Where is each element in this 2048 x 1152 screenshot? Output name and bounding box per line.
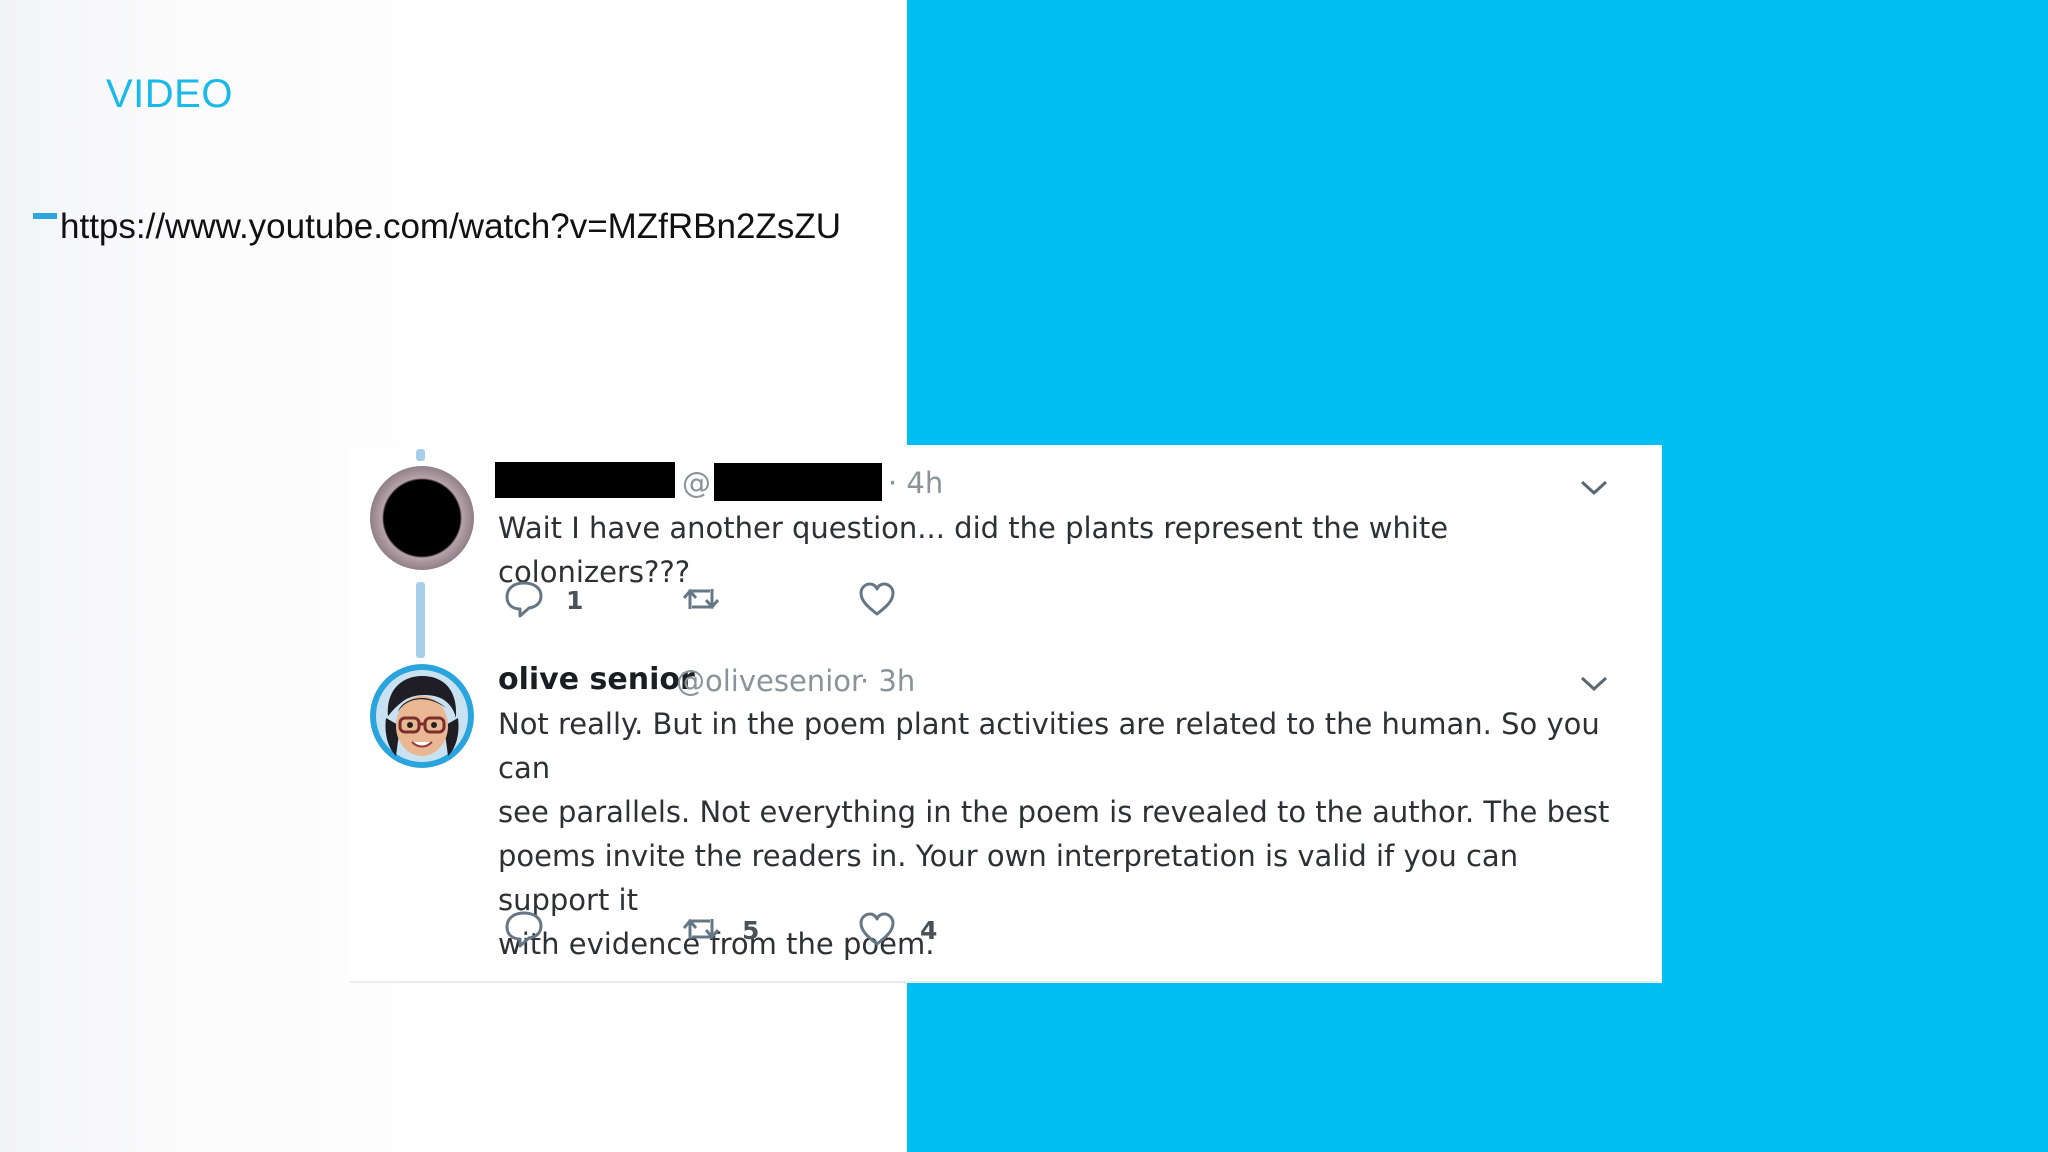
thread-connector bbox=[416, 582, 425, 658]
heart-icon bbox=[859, 912, 895, 946]
tweet-time[interactable]: · 3h bbox=[860, 664, 915, 698]
tweet-text-line: with evidence from the poem. bbox=[498, 927, 935, 961]
avatar-redacted[interactable] bbox=[370, 466, 474, 570]
speech-bubble-icon bbox=[505, 581, 543, 618]
redacted-handle bbox=[714, 463, 882, 501]
tweet-text-line: poems invite the readers in. Your own in… bbox=[498, 839, 1519, 917]
at-symbol: @ bbox=[682, 466, 711, 500]
retweet-arrows-icon bbox=[682, 588, 720, 610]
reply-button[interactable] bbox=[503, 908, 545, 950]
tweet-text: Wait I have another question... did the … bbox=[498, 511, 1449, 589]
author-display-name[interactable]: olive senior bbox=[498, 662, 695, 697]
reply-count: 1 bbox=[566, 586, 584, 615]
tweet-text: Not really. But in the poem plant activi… bbox=[498, 702, 1628, 966]
tweet-text-line: Not really. But in the poem plant activi… bbox=[498, 707, 1600, 785]
redacted-display-name bbox=[495, 462, 675, 498]
chevron-down-icon[interactable] bbox=[1578, 672, 1610, 694]
chevron-down-icon[interactable] bbox=[1578, 476, 1610, 498]
retweet-button[interactable] bbox=[680, 578, 722, 620]
tweet-time[interactable]: · 4h bbox=[888, 466, 943, 500]
bullet-marker bbox=[33, 213, 57, 219]
thread-connector-top bbox=[416, 449, 425, 461]
tweet-text-line: see parallels. Not everything in the poe… bbox=[498, 795, 1610, 829]
retweet-arrows-icon bbox=[682, 918, 720, 940]
bitmoji-avatar-icon bbox=[370, 664, 474, 768]
like-count: 4 bbox=[920, 916, 938, 945]
speech-bubble-icon bbox=[505, 911, 543, 948]
retweet-button[interactable] bbox=[680, 908, 722, 950]
retweet-count: 5 bbox=[742, 916, 760, 945]
reply-button[interactable] bbox=[503, 578, 545, 620]
heart-icon bbox=[859, 582, 895, 616]
avatar-olive-senior[interactable] bbox=[370, 664, 474, 768]
author-handle[interactable]: @olivesenior bbox=[676, 664, 863, 698]
like-button[interactable] bbox=[856, 908, 898, 950]
like-button[interactable] bbox=[856, 578, 898, 620]
slide-title: VIDEO bbox=[106, 72, 233, 116]
video-link[interactable]: https://www.youtube.com/watch?v=MZfRBn2Z… bbox=[60, 207, 841, 247]
